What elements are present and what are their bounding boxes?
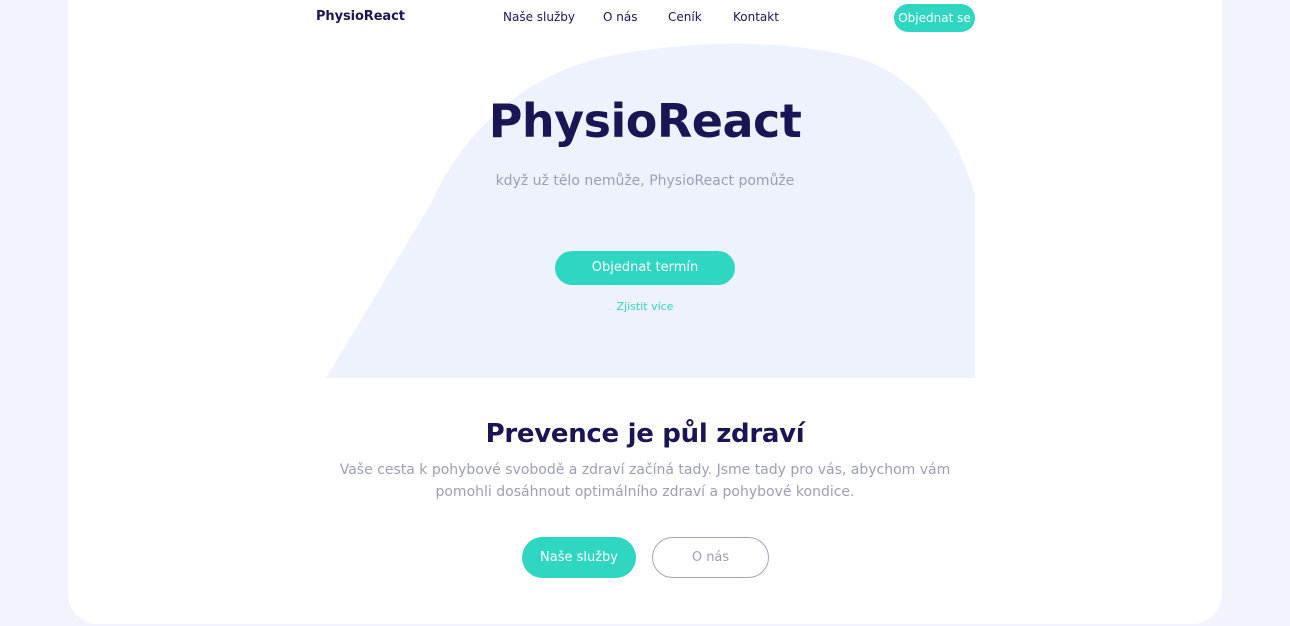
- about-button[interactable]: O nás: [652, 537, 769, 578]
- services-button[interactable]: Naše služby: [522, 537, 636, 578]
- section-description: Vaše cesta k pohybové svobodě a zdraví z…: [339, 462, 951, 500]
- learn-more-link[interactable]: Zjistit více: [0, 300, 1290, 313]
- nav-link-contact[interactable]: Kontakt: [733, 10, 779, 24]
- book-appointment-button[interactable]: Objednat termín: [555, 251, 735, 285]
- hero-title: PhysioReact: [488, 94, 802, 148]
- top-navigation: PhysioReact Naše služby O nás Ceník Kont…: [0, 0, 1290, 36]
- brand-logo[interactable]: PhysioReact: [316, 9, 405, 24]
- order-button[interactable]: Objednat se: [894, 4, 975, 32]
- hero-subtitle: když už tělo nemůže, PhysioReact pomůže: [495, 173, 795, 189]
- section-title: Prevence je půl zdraví: [485, 419, 805, 449]
- nav-link-pricing[interactable]: Ceník: [668, 10, 702, 24]
- nav-link-about[interactable]: O nás: [603, 10, 637, 24]
- nav-link-services[interactable]: Naše služby: [503, 10, 575, 24]
